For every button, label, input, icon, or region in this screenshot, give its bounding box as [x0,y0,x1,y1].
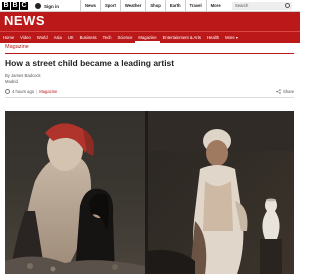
top-nav: News Sport Weather Shop Earth Travel Mor… [80,0,225,12]
top-nav-item-more[interactable]: More [205,0,225,12]
nav-item-tech[interactable]: Tech [100,32,115,43]
article-timestamp: 4 hours ago [12,89,35,94]
article-hero-image [5,111,294,274]
section-divider [5,53,294,54]
logo-letter-b2: B [11,2,19,10]
nav-item-entertainment-arts[interactable]: Entertainment & Arts [160,32,204,43]
top-nav-item-news[interactable]: News [80,0,100,12]
hero-artwork [5,111,294,274]
nav-item-asia[interactable]: Asia [51,32,65,43]
top-nav-item-weather[interactable]: Weather [119,0,145,12]
search-placeholder: Search [235,3,249,8]
top-bar: B B C Sign in News Sport Weather Shop Ea… [0,0,300,12]
share-icon [276,89,281,94]
nav-item-world[interactable]: World [34,32,51,43]
article-section-link[interactable]: Magazine [39,89,57,94]
nav-item-video[interactable]: Video [17,32,34,43]
signin-button[interactable]: Sign in [35,2,59,10]
nav-item-health[interactable]: Health [204,32,222,43]
signin-label: Sign in [44,3,59,9]
nav-item-uk[interactable]: UK [65,32,77,43]
article-byline: By James Badcock [5,73,41,78]
article-headline: How a street child became a leading arti… [5,58,175,68]
bbc-logo[interactable]: B B C [2,2,28,10]
article-location: Madrid [5,79,18,84]
top-nav-item-sport[interactable]: Sport [99,0,120,12]
top-nav-item-travel[interactable]: Travel [184,0,206,12]
nav-item-magazine[interactable]: Magazine [135,32,160,43]
user-icon [35,3,41,9]
top-nav-item-shop[interactable]: Shop [145,0,164,12]
search-icon[interactable] [285,3,290,8]
share-label: Share [283,89,295,94]
nav-item-business[interactable]: Business [77,32,100,43]
section-title[interactable]: Magazine [5,44,29,50]
article-meta: 4 hours ago | Magazine [5,89,57,94]
clock-icon [5,89,10,94]
nav-item-home[interactable]: Home [0,32,17,43]
search-input[interactable]: Search [232,2,292,10]
meta-divider-line [5,97,294,98]
nav-item-science[interactable]: Science [115,32,136,43]
news-header: NEWS Home Video World Asia UK Business T… [0,12,300,43]
nav-item-more[interactable]: More ▾ [222,32,241,43]
share-button[interactable]: Share [276,89,294,94]
top-nav-item-earth[interactable]: Earth [164,0,185,12]
logo-letter-c: C [20,2,28,10]
news-logo[interactable]: NEWS [4,13,45,28]
section-nav: Home Video World Asia UK Business Tech S… [0,31,300,43]
meta-divider: | [36,89,38,94]
logo-letter-b1: B [2,2,10,10]
